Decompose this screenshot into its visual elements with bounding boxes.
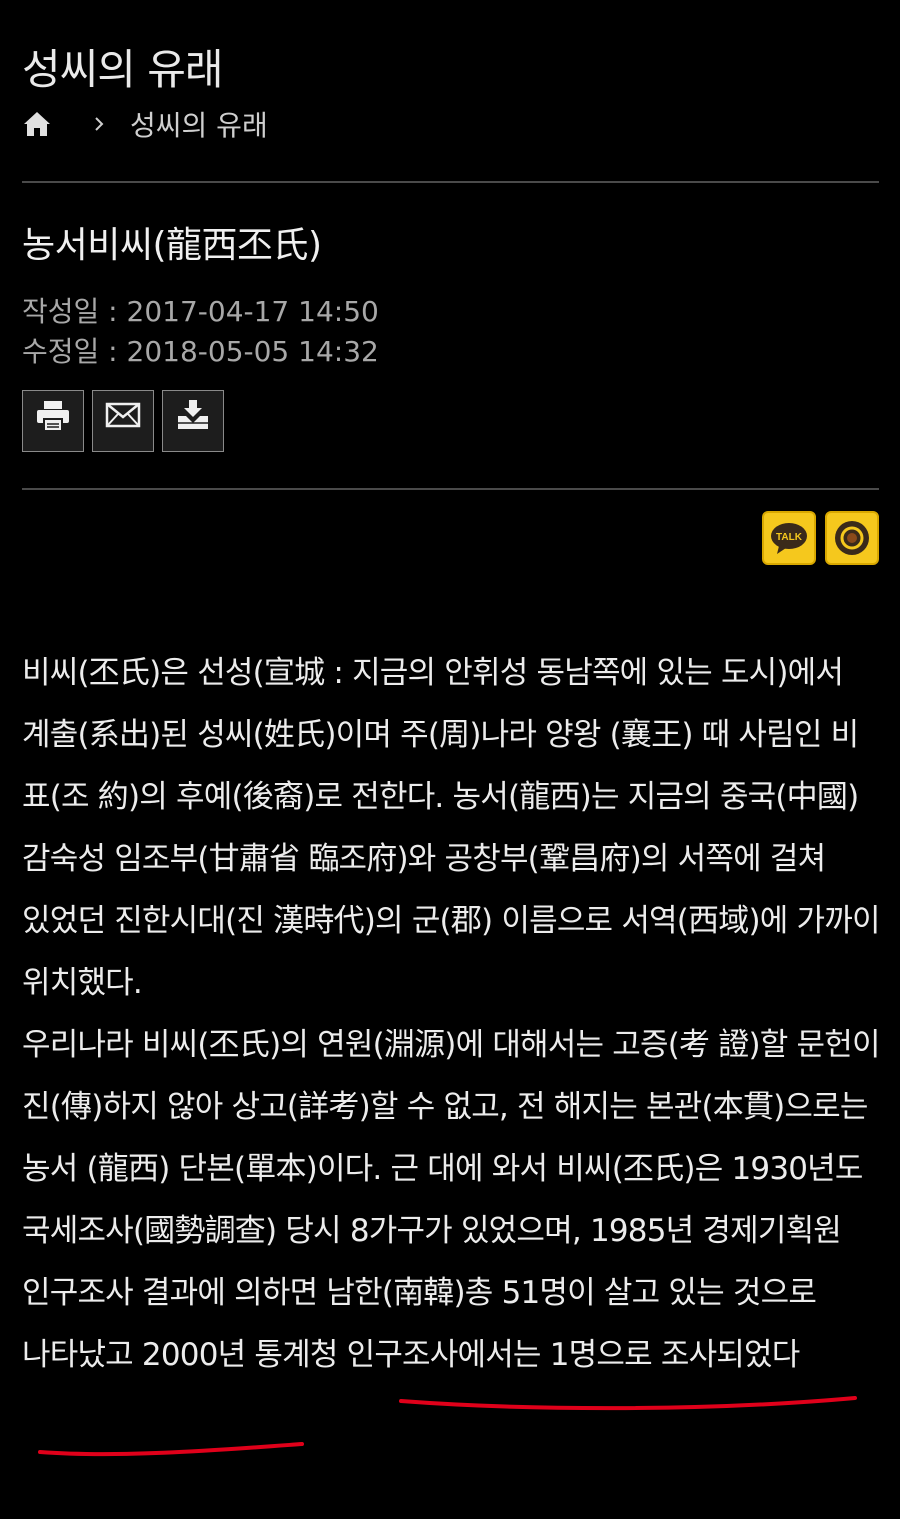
download-icon — [178, 400, 208, 429]
modified-date: 수정일 : 2018-05-05 14:32 — [22, 335, 379, 368]
created-date: 작성일 : 2017-04-17 14:50 — [22, 295, 379, 328]
print-button[interactable] — [22, 390, 84, 452]
article-body: 비씨(丕氏)은 선성(宣城 : 지금의 안휘성 동남쪽에 있는 도시)에서 계출… — [22, 642, 882, 1386]
kakaotalk-label: TALK — [776, 532, 803, 543]
kakaostory-icon — [835, 521, 869, 555]
post-title: 농서비씨(龍西丕氏) — [22, 225, 322, 266]
article-paragraph: 우리나라 비씨(丕氏)의 연원(淵源)에 대해서는 고증(考 證)할 문헌이 진… — [22, 1027, 880, 1373]
header-divider — [22, 181, 879, 183]
mail-icon — [105, 402, 141, 428]
post-tools — [22, 390, 224, 452]
breadcrumb-current[interactable]: 성씨의 유래 — [130, 104, 268, 144]
content-divider — [22, 488, 879, 490]
home-icon[interactable] — [22, 109, 52, 139]
breadcrumb: 성씨의 유래 — [22, 102, 268, 146]
email-button[interactable] — [92, 390, 154, 452]
page-title: 성씨의 유래 — [22, 45, 224, 94]
kakaostory-share-button[interactable] — [825, 511, 879, 565]
share-buttons: TALK — [762, 511, 879, 565]
kakaotalk-icon: TALK — [771, 523, 807, 554]
chevron-right-icon — [95, 117, 104, 131]
kakaotalk-share-button[interactable]: TALK — [762, 511, 816, 565]
article-paragraph: 비씨(丕氏)은 선성(宣城 : 지금의 안휘성 동남쪽에 있는 도시)에서 계출… — [22, 655, 881, 1001]
download-button[interactable] — [162, 390, 224, 452]
printer-icon — [37, 401, 69, 432]
